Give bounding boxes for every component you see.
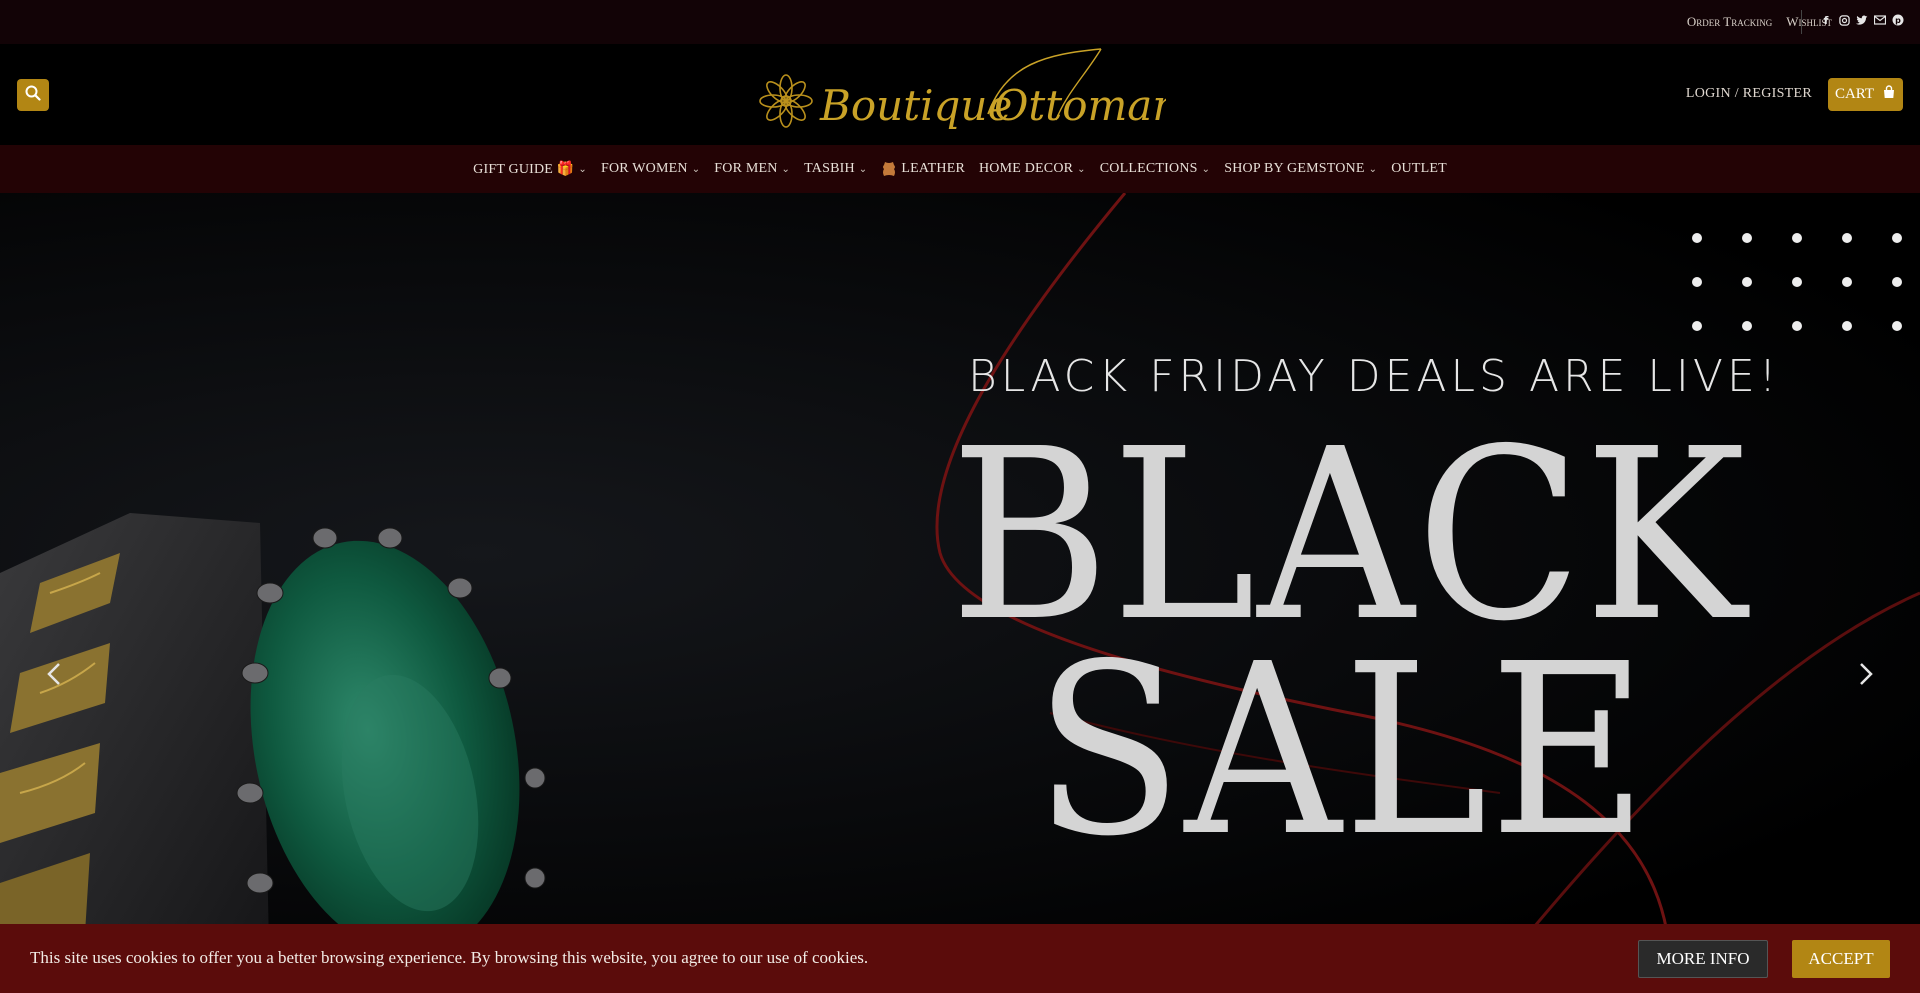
facebook-icon[interactable]: f	[1820, 14, 1832, 27]
pinterest-icon[interactable]: p	[1892, 14, 1904, 26]
main-nav: GIFT GUIDE 🎁 ⌄ FOR WOMEN ⌄ FOR MEN ⌄ TASBIH…	[0, 145, 1920, 193]
chevron-left-icon	[46, 662, 62, 690]
nav-item-outlet[interactable]: OUTLET	[1391, 161, 1447, 177]
leather-icon	[881, 161, 897, 177]
site-logo[interactable]: Boutique Ottoman	[756, 44, 1179, 145]
envelope-icon[interactable]	[1874, 14, 1886, 26]
nav-item-label: COLLECTIONS	[1099, 161, 1198, 176]
chevron-down-icon: ⌄	[1077, 163, 1086, 175]
social-icons: f p	[1820, 14, 1904, 27]
search-button[interactable]	[17, 79, 49, 111]
slider-prev-button[interactable]	[39, 656, 69, 696]
nav-item-shop-by-gemstone[interactable]: SHOP BY GEMSTONE ⌄	[1224, 161, 1377, 177]
nav-item-label: OUTLET	[1391, 161, 1447, 176]
nav-item-label: LEATHER	[901, 161, 965, 176]
decorative-dot-grid	[1692, 233, 1912, 333]
slider-next-button[interactable]	[1851, 656, 1881, 696]
emerald-ring-image	[0, 513, 546, 993]
shopping-bag-icon	[1882, 85, 1896, 104]
hero-title-line2: SALE	[1034, 613, 1650, 888]
nav-item-label: TASBIH	[804, 161, 855, 176]
accept-button[interactable]: ACCEPT	[1792, 940, 1890, 978]
cart-button[interactable]: CART	[1828, 78, 1903, 111]
cart-label: CART	[1834, 86, 1875, 102]
hero-slider: BLACK FRIDAY DEALS ARE LIVE! BLACK SALE	[0, 193, 1920, 993]
nav-item-tasbih[interactable]: TASBIH ⌄	[804, 161, 867, 177]
instagram-icon[interactable]	[1838, 14, 1850, 26]
nav-item-leather[interactable]: LEATHER	[881, 161, 965, 177]
logo-text-ottoman: Ottoman	[994, 81, 1166, 130]
chevron-down-icon: ⌄	[578, 163, 587, 175]
chevron-down-icon: ⌄	[1368, 163, 1378, 175]
cookie-message: This site uses cookies to offer you a be…	[30, 948, 869, 967]
nav-item-label: SHOP BY GEMSTONE	[1224, 161, 1365, 176]
nav-item-label: HOME DECOR	[979, 161, 1074, 176]
top-links: Order Tracking Wishlist	[1687, 14, 1832, 30]
top-bar: Order Tracking Wishlist f p	[0, 0, 1920, 44]
twitter-icon[interactable]	[1856, 14, 1868, 26]
login-register-link[interactable]: LOGIN / REGISTER	[1686, 86, 1812, 102]
chevron-down-icon: ⌄	[858, 163, 868, 175]
nav-item-label: FOR WOMEN	[600, 161, 688, 176]
cookie-banner: This site uses cookies to offer you a be…	[0, 924, 1920, 993]
chevron-right-icon	[1858, 662, 1874, 690]
chevron-down-icon: ⌄	[1201, 163, 1211, 175]
nav-item-home-decor[interactable]: HOME DECOR ⌄	[979, 161, 1086, 177]
header: Boutique Ottoman LOGIN / REGISTER CART	[0, 44, 1920, 145]
chevron-down-icon: ⌄	[781, 163, 791, 175]
search-icon	[25, 85, 41, 105]
nav-item-collections[interactable]: COLLECTIONS ⌄	[1100, 161, 1210, 177]
chevron-down-icon: ⌄	[691, 163, 701, 175]
svg-text:p: p	[1895, 16, 1901, 25]
divider	[1801, 10, 1802, 34]
order-tracking-link[interactable]: Order Tracking	[1687, 14, 1772, 30]
more-info-button[interactable]: MORE INFO	[1638, 940, 1768, 978]
nav-item-label: GIFT GUIDE 🎁	[473, 161, 575, 177]
logo-text-boutique: Boutique	[819, 81, 1012, 130]
nav-item-for-men[interactable]: FOR MEN ⌄	[714, 161, 790, 177]
nav-item-label: FOR MEN	[714, 161, 778, 176]
nav-item-for-women[interactable]: FOR WOMEN ⌄	[601, 161, 700, 177]
nav-item-gift-guide[interactable]: GIFT GUIDE 🎁 ⌄	[473, 161, 587, 178]
hero-subtitle: BLACK FRIDAY DEALS ARE LIVE!	[968, 351, 1781, 402]
